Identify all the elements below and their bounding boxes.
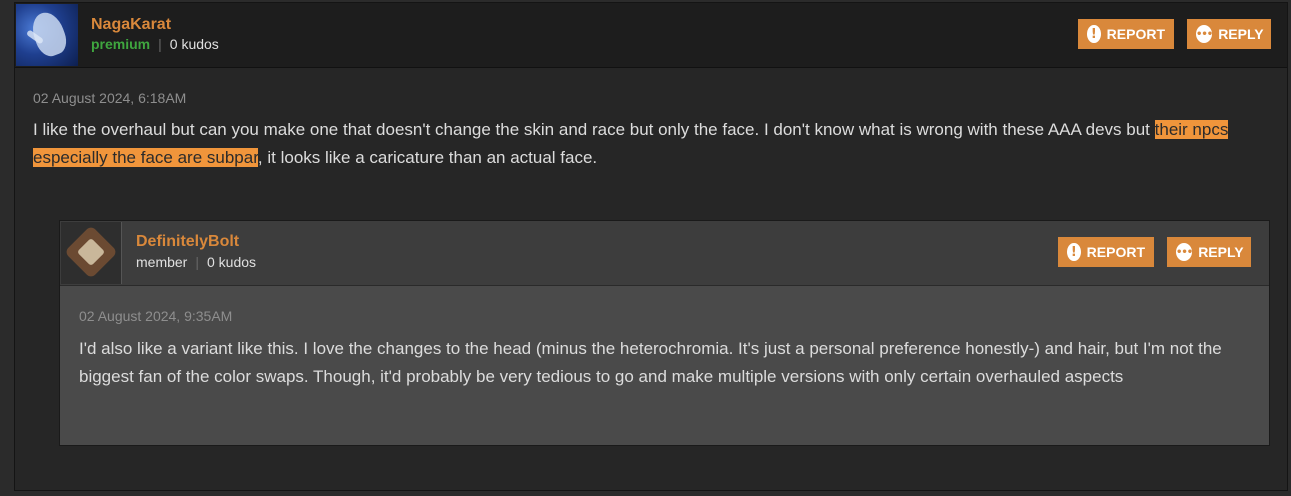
reply-button[interactable]: ••• REPLY <box>1167 237 1251 267</box>
reply-header: DefinitelyBolt member | 0 kudos ! REPORT •… <box>60 221 1269 286</box>
comment-date: 02 August 2024, 6:18AM <box>33 90 187 106</box>
comment-text-part: I like the overhaul but can you make one… <box>33 120 1155 139</box>
user-role-badge: member <box>136 254 188 270</box>
alert-circle-icon: ! <box>1067 243 1081 261</box>
alert-circle-icon: ! <box>1087 25 1101 43</box>
speech-bubble-icon: ••• <box>1196 25 1213 43</box>
comment-card: NagaKarat premium | 0 kudos ! REPORT ••• R… <box>14 2 1288 491</box>
report-button-label: REPORT <box>1106 26 1165 42</box>
reply-user-meta: member | 0 kudos <box>136 254 256 270</box>
kudos-count: 0 kudos <box>207 254 257 270</box>
comment-user-meta: premium | 0 kudos <box>91 36 219 52</box>
comment-body: I like the overhaul but can you make one… <box>33 116 1268 172</box>
speech-bubble-icon: ••• <box>1176 243 1193 261</box>
report-button-label: REPORT <box>1086 244 1145 260</box>
comment-header: NagaKarat premium | 0 kudos ! REPORT ••• R… <box>15 3 1287 68</box>
report-button[interactable]: ! REPORT <box>1058 237 1154 267</box>
meta-separator: | <box>195 254 199 270</box>
reply-date: 02 August 2024, 9:35AM <box>79 308 233 324</box>
reply-button[interactable]: ••• REPLY <box>1187 19 1271 49</box>
user-role-badge: premium <box>91 36 151 52</box>
avatar[interactable] <box>61 222 122 284</box>
reply-username[interactable]: DefinitelyBolt <box>136 233 239 251</box>
comment-text-part: , it looks like a caricature than an act… <box>257 148 598 167</box>
comment-username[interactable]: NagaKarat <box>91 16 171 34</box>
report-button[interactable]: ! REPORT <box>1078 19 1174 49</box>
reply-card: DefinitelyBolt member | 0 kudos ! REPORT •… <box>59 220 1270 446</box>
reply-button-label: REPLY <box>1198 244 1244 260</box>
reply-body: I'd also like a variant like this. I lov… <box>79 339 1222 386</box>
avatar[interactable] <box>16 4 78 66</box>
meta-separator: | <box>158 36 162 52</box>
kudos-count: 0 kudos <box>169 36 219 52</box>
reply-button-label: REPLY <box>1218 26 1264 42</box>
